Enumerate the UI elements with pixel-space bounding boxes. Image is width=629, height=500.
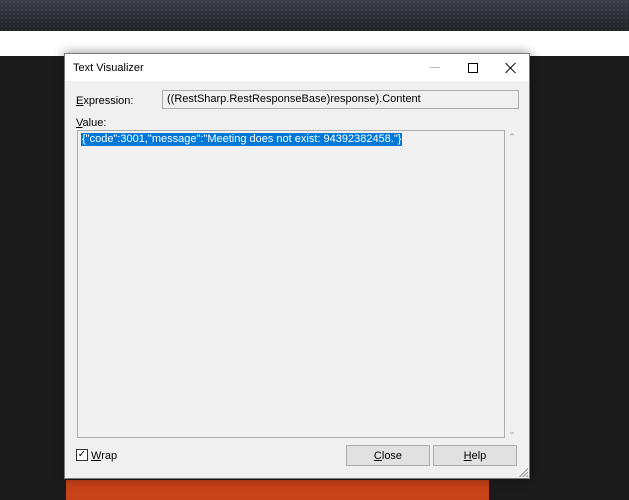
dialog-title: Text Visualizer — [73, 62, 144, 74]
wrap-label-rest: rap — [101, 450, 118, 462]
wrap-label-accel: W — [91, 450, 102, 462]
vertical-scrollbar[interactable]: ⌃ ⌄ — [505, 130, 519, 438]
close-icon — [505, 62, 517, 74]
maximize-icon — [468, 62, 478, 73]
wrap-checkbox[interactable]: ✓ — [76, 449, 88, 461]
help-button-accel: H — [463, 449, 472, 462]
minimize-button — [416, 54, 454, 81]
scroll-down-icon[interactable]: ⌄ — [507, 426, 517, 436]
background-accent-bar — [66, 480, 489, 500]
close-button[interactable]: Close — [346, 445, 430, 466]
value-textarea[interactable]: {"code":3001,"message":"Meeting does not… — [77, 130, 505, 438]
maximize-button[interactable] — [454, 54, 492, 81]
background-banner — [0, 0, 629, 31]
resize-grip-icon[interactable] — [518, 467, 528, 477]
value-selected-text[interactable]: {"code":3001,"message":"Meeting does not… — [81, 133, 403, 146]
scroll-up-icon[interactable]: ⌃ — [507, 132, 517, 142]
wrap-label[interactable]: Wrap — [91, 450, 117, 462]
help-button[interactable]: Help — [433, 445, 517, 466]
expression-label-rest: xpression: — [83, 95, 134, 107]
expression-field[interactable]: ((RestSharp.RestResponseBase)response).C… — [162, 90, 519, 109]
close-window-button[interactable] — [492, 54, 530, 81]
close-button-rest: lose — [381, 449, 403, 462]
help-button-rest: elp — [471, 449, 487, 462]
checkmark-icon: ✓ — [77, 449, 87, 460]
expression-label: Expression: — [76, 95, 133, 107]
value-label: Value: — [76, 117, 106, 129]
value-label-rest: alue: — [82, 117, 107, 129]
minimize-icon — [430, 67, 440, 68]
close-button-accel: C — [373, 449, 382, 462]
text-visualizer-dialog: Text Visualizer Expression: ((RestSharp.… — [64, 53, 530, 479]
title-bar[interactable]: Text Visualizer — [65, 54, 529, 81]
